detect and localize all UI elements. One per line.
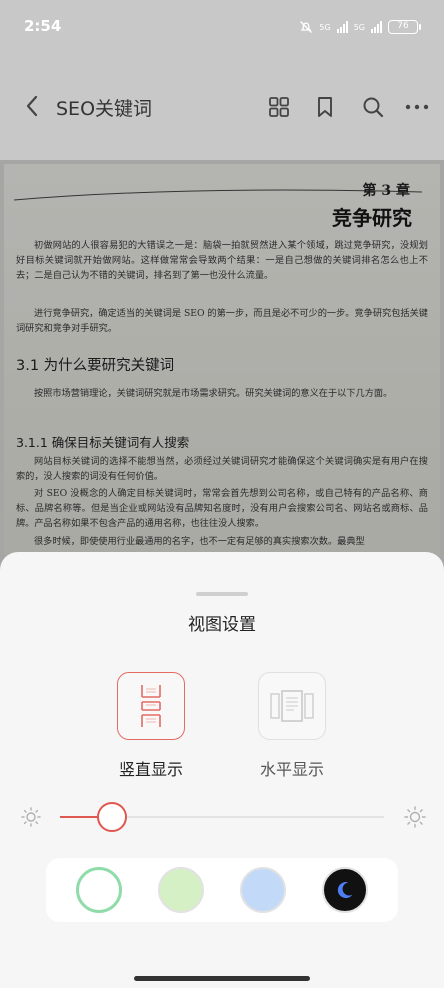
sheet-title: 视图设置 bbox=[188, 615, 256, 635]
back-button[interactable] bbox=[18, 92, 46, 120]
grid-button[interactable] bbox=[264, 92, 294, 122]
book-page[interactable]: 第 3 章 竞争研究 初做网站的人很容易犯的大错误之一是：脑袋一拍就贸然进入某个… bbox=[0, 160, 444, 580]
brightness-high-icon bbox=[404, 806, 426, 828]
signal-icon-2 bbox=[371, 21, 382, 33]
bookmark-button[interactable] bbox=[310, 92, 340, 122]
book-paragraph: 网站目标关键词的选择不能想当然，必须经过关键词研究才能确保这个关键词确实是有用户… bbox=[16, 456, 428, 482]
mode-horizontal-option[interactable]: 水平显示 bbox=[237, 672, 347, 780]
view-settings-sheet: 视图设置 竖直显示 水平显示 bbox=[0, 552, 444, 988]
color-swatch-white[interactable] bbox=[76, 867, 122, 913]
color-swatch-green[interactable] bbox=[158, 867, 204, 913]
book-paragraph: 按照市场营销理论，关键词研究就是市场需求研究。研究关键词的意义在于以下几方面。 bbox=[34, 388, 393, 399]
book-subsection-heading: 3.1.1 确保目标关键词有人搜索 bbox=[16, 435, 190, 450]
battery-icon: 76 bbox=[388, 20, 421, 34]
mode-horizontal-label: 水平显示 bbox=[259, 760, 324, 779]
brightness-slider-thumb[interactable] bbox=[97, 802, 127, 832]
book-paragraph: 进行竞争研究，确定适当的关键词是 SEO 的第一步，而且是必不可少的一步。竞争研… bbox=[16, 308, 428, 334]
reader-toolbar: SEO关键词 bbox=[0, 56, 444, 160]
brightness-row bbox=[0, 800, 444, 834]
signal-icon bbox=[336, 21, 348, 33]
page-title: SEO关键词 bbox=[56, 98, 153, 120]
status-icons: 5G 5G 76 bbox=[299, 20, 421, 34]
status-bar: 2:54 5G 5G 76 bbox=[0, 0, 444, 56]
book-section-heading: 3.1 为什么要研究关键词 bbox=[16, 358, 175, 374]
book-paragraph: 很多时候，即使使用行业最通用的名字，也不一定有足够的真实搜索次数。最典型 bbox=[34, 536, 365, 547]
mode-horizontal-box[interactable] bbox=[258, 672, 326, 740]
status-time: 2:54 bbox=[24, 17, 62, 35]
mode-vertical-box[interactable] bbox=[117, 672, 185, 740]
network-label-2: 5G bbox=[353, 22, 365, 32]
more-dots-icon bbox=[405, 104, 429, 110]
bookmark-icon bbox=[318, 97, 332, 117]
search-icon bbox=[363, 97, 384, 118]
chapter-title: 竞争研究 bbox=[332, 206, 412, 230]
background-color-picker bbox=[46, 858, 398, 922]
chevron-left-icon bbox=[26, 95, 38, 117]
brightness-slider[interactable] bbox=[60, 802, 384, 832]
book-paragraph: 初做网站的人很容易犯的大错误之一是：脑袋一拍就贸然进入某个领域，跳过竞争研究，没… bbox=[16, 240, 428, 281]
grid-icon bbox=[269, 97, 289, 117]
mode-vertical-option[interactable]: 竖直显示 bbox=[96, 672, 206, 780]
search-button[interactable] bbox=[358, 92, 388, 122]
vertical-scroll-icon bbox=[141, 685, 161, 727]
brightness-low-icon bbox=[21, 807, 41, 827]
chapter-number: 第 3 章 bbox=[362, 183, 411, 199]
color-swatch-blue[interactable] bbox=[240, 867, 286, 913]
book-page-content: 第 3 章 竞争研究 初做网站的人很容易犯的大错误之一是：脑袋一拍就贸然进入某个… bbox=[4, 164, 440, 580]
horizontal-pages-icon bbox=[270, 690, 314, 722]
moon-icon bbox=[337, 882, 353, 899]
gesture-nav-bar[interactable] bbox=[134, 976, 310, 981]
mode-vertical-label: 竖直显示 bbox=[118, 760, 183, 779]
book-paragraph: 对 SEO 没概念的人确定目标关键词时，常常会首先想到公司名称，或自己特有的产品… bbox=[16, 488, 428, 529]
mute-bell-icon bbox=[300, 21, 313, 33]
color-swatch-night[interactable] bbox=[322, 867, 368, 913]
more-button[interactable] bbox=[402, 92, 432, 122]
network-label-1: 5G bbox=[319, 22, 331, 32]
sheet-drag-handle[interactable] bbox=[196, 592, 248, 596]
